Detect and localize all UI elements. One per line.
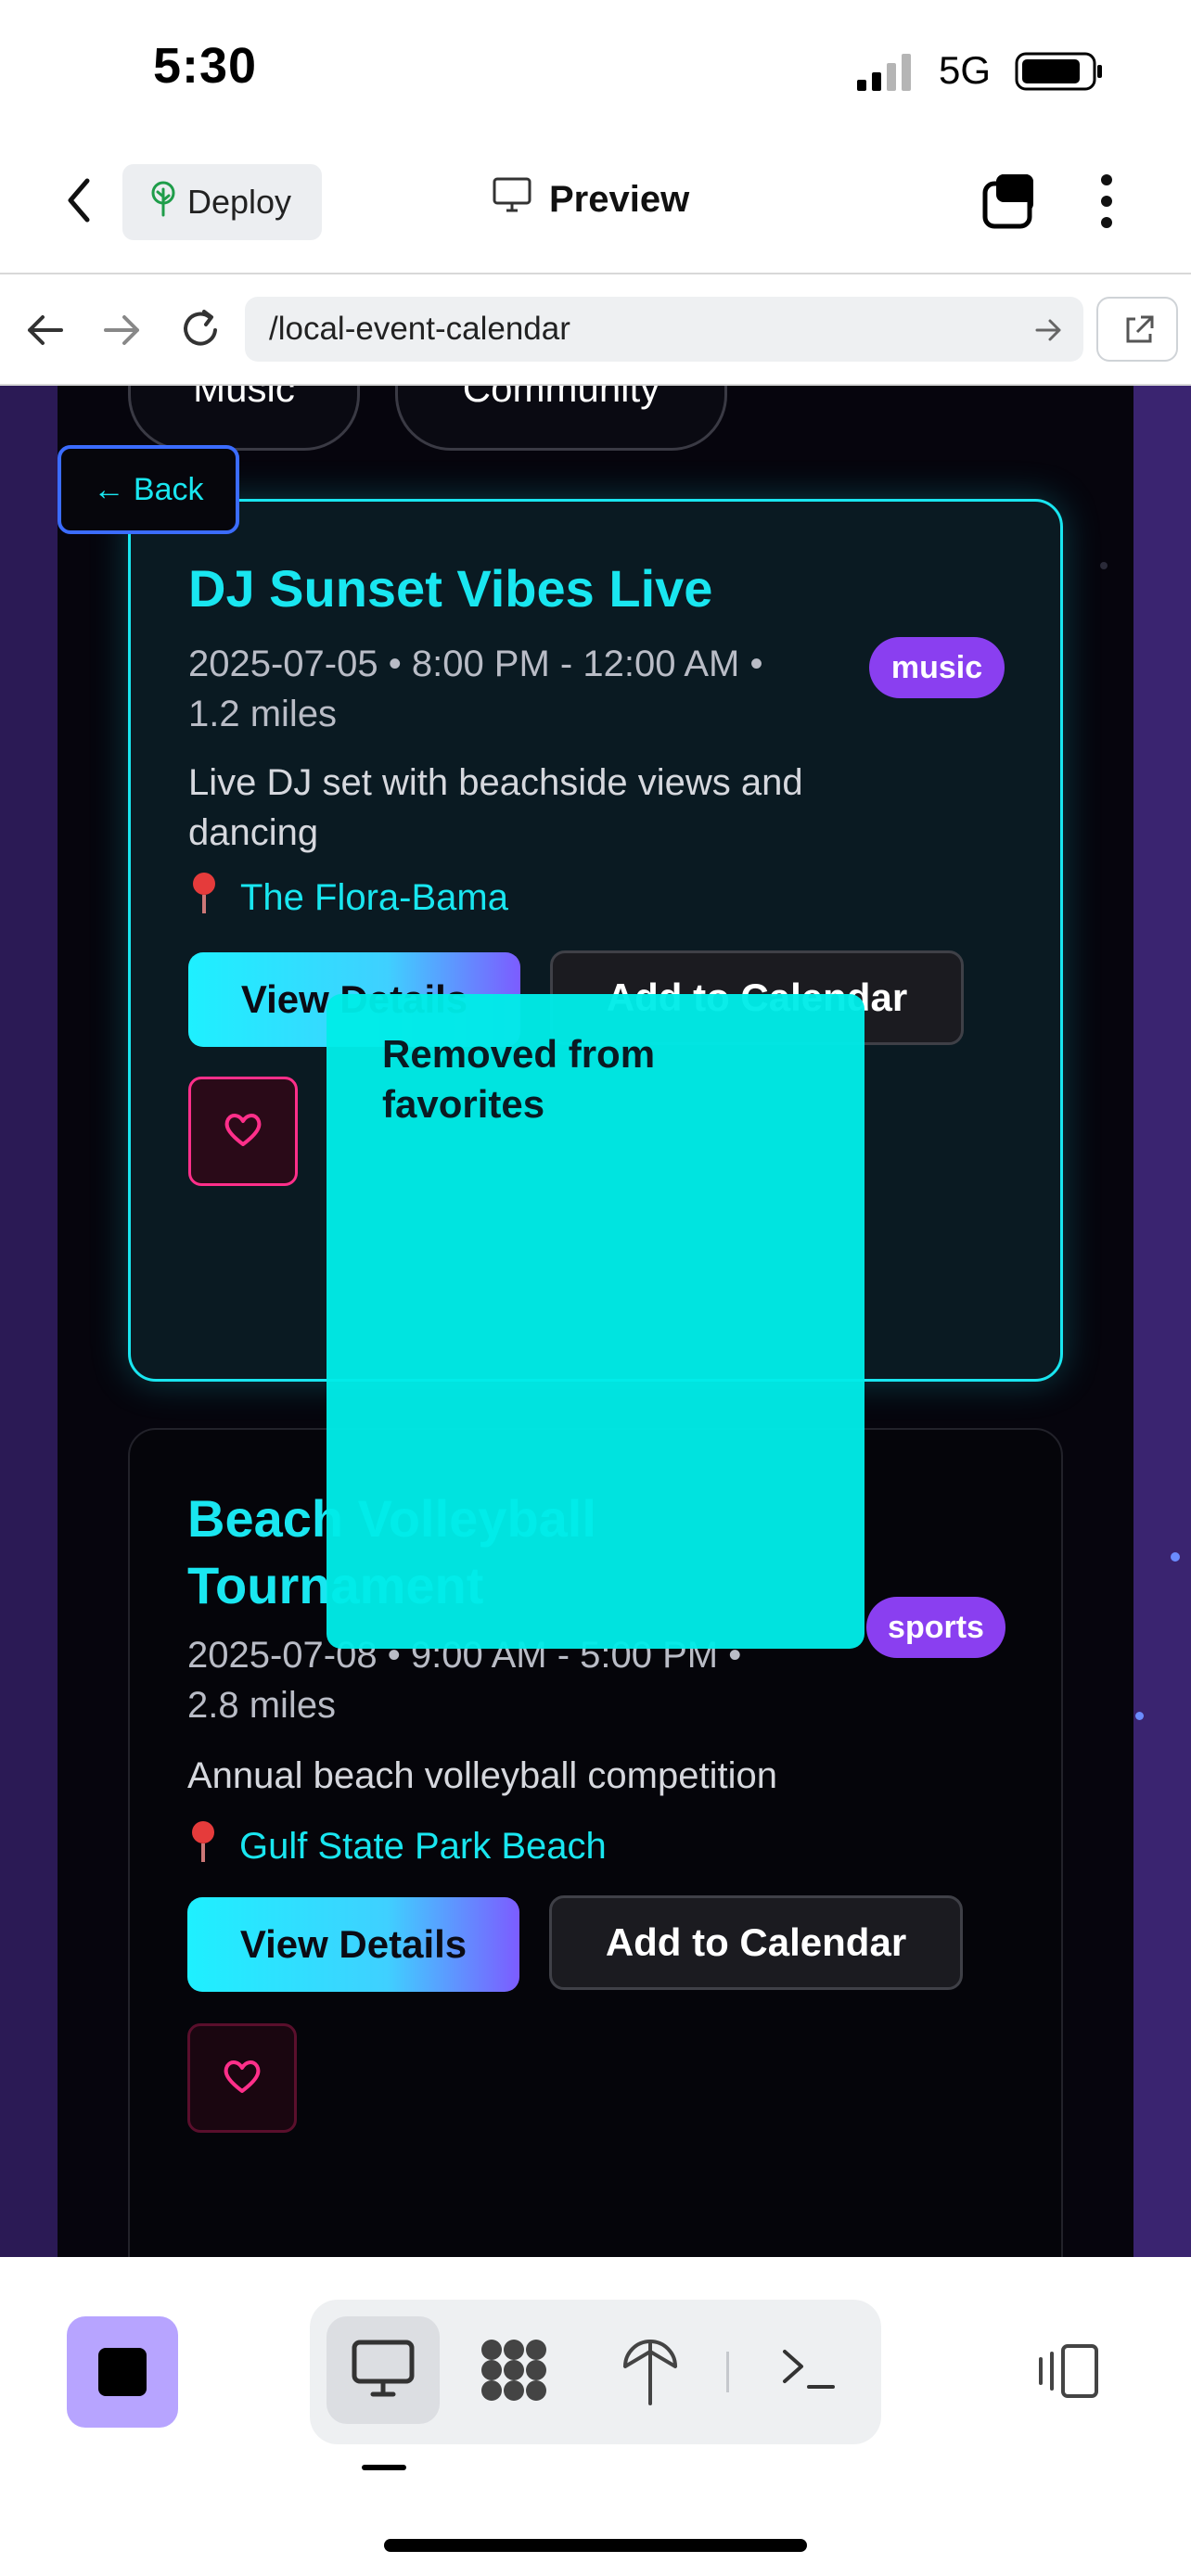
favorite-button[interactable]: [188, 1077, 298, 1186]
filter-pill-community[interactable]: Community: [395, 386, 727, 451]
background-dot: [1100, 562, 1108, 569]
heart-icon: [223, 1111, 263, 1153]
category-tag: music: [869, 637, 1005, 698]
event-location[interactable]: The Flora-Bama: [188, 871, 508, 925]
favorite-button[interactable]: [187, 2023, 297, 2133]
nav-back-icon[interactable]: [56, 172, 102, 228]
event-description: Live DJ set with beachside views and danc…: [188, 762, 803, 853]
filter-label: Community: [462, 386, 660, 410]
stop-button[interactable]: [67, 2316, 178, 2428]
monitor-icon: [492, 176, 532, 223]
location-link[interactable]: Gulf State Park Beach: [239, 1826, 607, 1868]
status-time: 5:30: [153, 38, 258, 94]
browser-forward-icon[interactable]: [102, 312, 143, 349]
cellular-signal-icon: [857, 52, 916, 93]
device-rotate-icon[interactable]: [1035, 2342, 1102, 2400]
toast-message: Removed from favorites: [382, 1032, 656, 1126]
event-location[interactable]: Gulf State Park Beach: [187, 1819, 607, 1873]
apps-grid-icon[interactable]: [479, 2337, 549, 2404]
external-link-icon: [1122, 313, 1156, 351]
url-text: /local-event-calendar: [269, 311, 570, 347]
view-details-button[interactable]: View Details: [187, 1897, 519, 1992]
background-dot: [1171, 1552, 1180, 1562]
terminal-icon[interactable]: [781, 2346, 837, 2392]
category-tag: sports: [866, 1597, 1005, 1658]
url-field[interactable]: /local-event-calendar: [245, 297, 1083, 362]
home-indicator: [384, 2539, 807, 2552]
pin-icon: [188, 871, 220, 925]
event-description: Annual beach volleyball competition: [187, 1755, 777, 1796]
open-external-button[interactable]: [1096, 297, 1178, 362]
pin-icon: [187, 1819, 219, 1873]
back-button[interactable]: ← Back: [58, 445, 239, 534]
desktop-view-icon[interactable]: [351, 2339, 416, 2400]
battery-icon: [1015, 50, 1104, 93]
toolbar-divider: [726, 2352, 729, 2392]
deploy-button[interactable]: Deploy: [122, 164, 322, 240]
go-arrow-icon[interactable]: [1035, 317, 1063, 343]
network-type: 5G: [939, 48, 992, 92]
active-tab-indicator: [362, 2465, 406, 2470]
location-link[interactable]: The Flora-Bama: [240, 877, 508, 919]
heart-icon: [222, 2058, 263, 2099]
stop-icon: [98, 2348, 147, 2396]
add-to-calendar-button[interactable]: Add to Calendar: [549, 1895, 963, 1990]
toast-notification: Removed from favorites: [327, 994, 864, 1649]
preview-title[interactable]: Preview: [492, 176, 689, 223]
background-dot: [1135, 1712, 1144, 1720]
browser-back-icon[interactable]: [24, 312, 65, 349]
preview-label: Preview: [549, 178, 690, 220]
reload-icon[interactable]: [178, 306, 224, 352]
event-title: DJ Sunset Vibes Live: [188, 559, 713, 618]
tabs-switcher-icon[interactable]: [980, 171, 1041, 232]
deploy-label: Deploy: [187, 183, 292, 221]
filter-label: Music: [193, 386, 295, 410]
more-options-icon[interactable]: [1093, 172, 1121, 230]
event-meta: 2025-07-05 • 8:00 PM - 12:00 AM • 1.2 mil…: [188, 644, 763, 734]
deploy-tree-icon: [148, 180, 178, 225]
filter-pill-music[interactable]: Music: [128, 386, 360, 451]
broadcast-icon[interactable]: [620, 2333, 681, 2407]
